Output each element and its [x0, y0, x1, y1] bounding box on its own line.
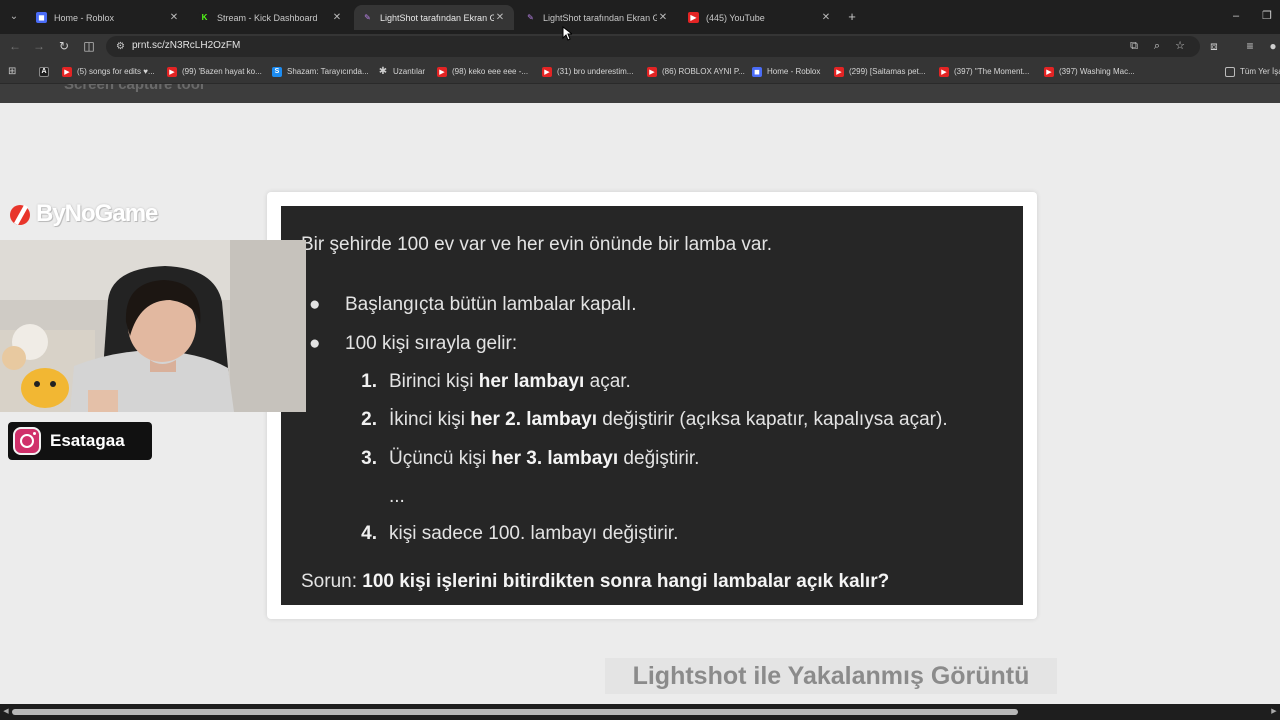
- bookmark-item[interactable]: ▶ (98) keko eee eee -...: [437, 65, 528, 78]
- bookmark-item[interactable]: ◼ Home - Roblox: [752, 65, 820, 78]
- youtube-favicon-icon: ▶: [688, 12, 699, 23]
- youtube-icon: ▶: [647, 66, 657, 77]
- tab-kick-dashboard[interactable]: K Stream - Kick Dashboard ✕: [191, 5, 351, 30]
- tab-title: Stream - Kick Dashboard: [217, 12, 318, 23]
- bookmark-item[interactable]: ▶ (5) songs for edits ♥...: [62, 65, 155, 78]
- url-text[interactable]: prnt.sc/zN3RcLH2OzFM: [132, 40, 240, 51]
- split-view-icon[interactable]: ◫: [82, 39, 96, 53]
- site-settings-icon[interactable]: ⚙: [114, 40, 127, 53]
- bynogame-logo-icon: [10, 205, 30, 225]
- all-bookmarks-folder[interactable]: Tüm Yer İşaretleri: [1225, 65, 1280, 78]
- bullet-text: 100 kişi sırayla gelir:: [345, 333, 518, 354]
- lightshot-watermark: Lightshot ile Yakalanmış Görüntü: [605, 658, 1057, 694]
- youtube-icon: ▶: [167, 66, 177, 77]
- horizontal-scrollbar[interactable]: ◀ ▶: [0, 704, 1280, 720]
- zoom-icon[interactable]: ⌕: [1150, 39, 1164, 53]
- profile-avatar-icon[interactable]: ●: [1266, 39, 1280, 53]
- tab-title: (445) YouTube: [706, 12, 765, 23]
- social-handle: Esatagaa: [50, 431, 125, 450]
- step-number: 1.: [361, 371, 377, 392]
- bookmark-item[interactable]: ▶ (99) 'Bazen hayat ko...: [167, 65, 262, 78]
- lightshot-favicon-icon: ✎: [527, 13, 534, 22]
- step-ellipsis: ...: [389, 486, 405, 507]
- scrollbar-thumb[interactable]: [12, 709, 1018, 715]
- apps-grid-icon[interactable]: ⊞: [8, 65, 16, 78]
- step-number: 3.: [361, 448, 377, 469]
- scroll-right-arrow-icon[interactable]: ▶: [1270, 708, 1278, 716]
- step-text: Birinci kişi her lambayı açar.: [389, 371, 631, 392]
- puzzle-icon: ✱: [378, 66, 388, 77]
- youtube-icon: ▶: [834, 66, 844, 77]
- tab-lightshot-active[interactable]: ✎ LightShot tarafından Ekran Görü ✕: [354, 5, 514, 30]
- tab-title: LightShot tarafından Ekran Görü: [543, 12, 657, 23]
- step-text: Üçüncü kişi her 3. lambayı değiştirir.: [389, 448, 700, 469]
- back-arrow-icon[interactable]: ←: [8, 39, 22, 53]
- tab-lightshot[interactable]: ✎ LightShot tarafından Ekran Görü ✕: [517, 5, 677, 30]
- roblox-favicon-icon: ◼: [36, 12, 47, 23]
- address-bar[interactable]: ⚙ prnt.sc/zN3RcLH2OzFM ⧉ ⌕ ☆: [106, 36, 1200, 57]
- youtube-icon: ▶: [437, 66, 447, 77]
- tab-title: LightShot tarafından Ekran Görü: [380, 12, 494, 23]
- close-tab-icon[interactable]: ✕: [168, 12, 180, 23]
- roblox-icon: ◼: [752, 66, 762, 77]
- shazam-icon: S: [272, 66, 282, 77]
- folder-icon: [1225, 66, 1235, 77]
- bookmark-item[interactable]: ▶ (299) [Saitamas pet...: [834, 65, 925, 78]
- close-tab-icon[interactable]: ✕: [820, 12, 832, 23]
- youtube-icon: ▶: [1044, 66, 1054, 77]
- tab-search-chevron-icon[interactable]: ⌄: [6, 8, 22, 26]
- webcam-feed: [0, 240, 306, 412]
- youtube-icon: ▶: [939, 66, 949, 77]
- tab-strip: ⌄ ◼ Home - Roblox ✕ K Stream - Kick Dash…: [0, 0, 1280, 34]
- tab-home-roblox[interactable]: ◼ Home - Roblox ✕: [28, 5, 188, 30]
- close-tab-icon[interactable]: ✕: [494, 12, 506, 23]
- step-text: İkinci kişi her 2. lambayı değiştirir (a…: [389, 409, 948, 430]
- bookmark-star-icon[interactable]: ☆: [1173, 39, 1187, 53]
- bookmark-a-icon[interactable]: A: [39, 65, 54, 78]
- step-text: kişi sadece 100. lambayı değiştirir.: [389, 523, 679, 544]
- tab-title: Home - Roblox: [54, 12, 115, 23]
- instagram-handle-badge: Esatagaa: [8, 422, 152, 460]
- bookmark-item[interactable]: ▶ (397) "The Moment...: [939, 65, 1029, 78]
- youtube-icon: ▶: [542, 66, 552, 77]
- bullet-text: Başlangıçta bütün lambalar kapalı.: [345, 294, 637, 315]
- lightshot-header: Screen capture tool: [0, 84, 1280, 103]
- reading-list-icon[interactable]: ≡: [1243, 39, 1257, 53]
- close-tab-icon[interactable]: ✕: [331, 12, 343, 23]
- minimize-window-icon[interactable]: –: [1229, 9, 1243, 23]
- bullet-dot-icon: ●: [309, 333, 321, 354]
- install-app-icon[interactable]: ⧉: [1127, 39, 1141, 53]
- step-number: 2.: [361, 409, 377, 430]
- maximize-window-icon[interactable]: ❐: [1260, 9, 1274, 23]
- close-tab-icon[interactable]: ✕: [657, 12, 669, 23]
- step-number: 4.: [361, 523, 377, 544]
- bookmark-item[interactable]: S Shazam: Tarayıcında...: [272, 65, 369, 78]
- lightshot-favicon-icon: ✎: [364, 13, 371, 22]
- instagram-icon: [13, 427, 41, 455]
- bullet-dot-icon: ●: [309, 294, 321, 315]
- captured-image: Bir şehirde 100 ev var ve her evin önünd…: [281, 206, 1023, 605]
- kick-favicon-icon: K: [199, 12, 210, 23]
- problem-intro: Bir şehirde 100 ev var ve her evin önünd…: [301, 234, 773, 255]
- browser-toolbar: ← → ↻ ◫ ⚙ prnt.sc/zN3RcLH2OzFM ⧉ ⌕ ☆ ⧈ ≡…: [0, 34, 1280, 59]
- sponsor-brand: ByNoGame: [8, 200, 158, 228]
- bookmark-item[interactable]: ▶ (397) Washing Mac...: [1044, 65, 1135, 78]
- question-line: Sorun: 100 kişi işlerini bitirdikten son…: [301, 571, 890, 592]
- scroll-left-arrow-icon[interactable]: ◀: [2, 708, 10, 716]
- mouse-cursor-icon: [562, 26, 572, 41]
- tab-youtube[interactable]: ▶ (445) YouTube ✕: [680, 5, 840, 30]
- bookmark-item[interactable]: ✱ Uzantılar: [378, 65, 425, 78]
- bookmark-item[interactable]: ▶ (31) bro underestim...: [542, 65, 633, 78]
- youtube-icon: ▶: [62, 66, 72, 77]
- forward-arrow-icon[interactable]: →: [32, 39, 46, 53]
- reload-icon[interactable]: ↻: [57, 39, 71, 53]
- streamer-webcam-image: [0, 240, 306, 412]
- brand-name: ByNoGame: [36, 200, 158, 227]
- bookmark-item[interactable]: ▶ (86) ROBLOX AYNI P...: [647, 65, 745, 78]
- new-tab-button[interactable]: +: [845, 9, 859, 25]
- bookmarks-bar: ⊞ A ▶ (5) songs for edits ♥... ▶ (99) 'Baz…: [0, 59, 1280, 84]
- header-logo-text: Screen capture tool: [64, 84, 205, 93]
- extensions-icon[interactable]: ⧈: [1207, 39, 1221, 53]
